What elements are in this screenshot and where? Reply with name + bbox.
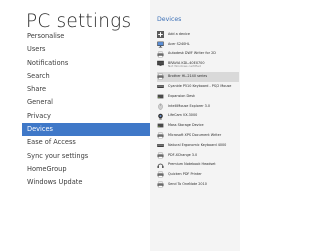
nav-item-windows-update[interactable]: Windows Update bbox=[22, 176, 150, 189]
mouse-icon bbox=[157, 103, 164, 110]
device-item[interactable]: PDF-XChange 3.0 bbox=[157, 151, 239, 161]
device-name: Microsoft XPS Document Writer bbox=[168, 132, 222, 137]
device-item[interactable]: Quicken PDF Printer bbox=[157, 170, 239, 180]
device-name: Add a device bbox=[168, 31, 190, 36]
device-item[interactable]: Add a device bbox=[157, 30, 239, 40]
device-name: Premium Notebook Headset bbox=[168, 162, 216, 167]
nav-item-users[interactable]: Users bbox=[22, 43, 150, 56]
device-item[interactable]: Autodesk DWF Writer for 2D bbox=[157, 50, 239, 60]
device-item[interactable]: LifeCam VX-3000 bbox=[157, 112, 239, 122]
device-name: Autodesk DWF Writer for 2D bbox=[168, 51, 216, 56]
device-name: IntelliMouse Explorer 3.0 bbox=[168, 103, 211, 108]
printer-icon bbox=[157, 152, 164, 159]
drive-icon bbox=[157, 93, 164, 100]
device-item[interactable]: Natural Ergonomic Keyboard 4000 bbox=[157, 141, 239, 151]
nav-item-share[interactable]: Share bbox=[22, 83, 150, 96]
devices-section-title: Devices bbox=[157, 16, 182, 23]
nav-item-devices[interactable]: Devices bbox=[22, 123, 150, 137]
device-item[interactable]: BRAVIA KDL-40EX700 Not Windows certified bbox=[157, 59, 239, 72]
device-name: Cyanide P510 Keyboard - PS/2 Mouse bbox=[168, 83, 232, 88]
device-name: Quicken PDF Printer bbox=[168, 172, 202, 177]
keyboard-icon bbox=[157, 142, 164, 149]
printer-icon bbox=[157, 132, 164, 139]
device-list: Add a device Acer S240HL Autodesk DWF Writ… bbox=[157, 30, 239, 190]
nav-item-homegroup[interactable]: HomeGroup bbox=[22, 163, 150, 176]
keyboard-icon bbox=[157, 83, 164, 90]
device-item[interactable]: Acer S240HL bbox=[157, 40, 239, 50]
device-item[interactable]: Microsoft XPS Document Writer bbox=[157, 131, 239, 141]
nav-item-sync-settings[interactable]: Sync your settings bbox=[22, 150, 150, 163]
tv-icon bbox=[157, 60, 164, 67]
device-name: Natural Ergonomic Keyboard 4000 bbox=[168, 142, 227, 147]
nav-item-personalise[interactable]: Personalise bbox=[22, 30, 150, 43]
device-item[interactable]: Send To OneNote 2010 bbox=[157, 180, 239, 190]
page-title: PC settings bbox=[26, 11, 132, 32]
printer-icon bbox=[157, 50, 164, 58]
device-item[interactable]: Mass Storage Device bbox=[157, 121, 239, 131]
nav-item-privacy[interactable]: Privacy bbox=[22, 110, 150, 123]
device-name: Brother HL-2140 series bbox=[168, 74, 208, 79]
drive-icon bbox=[157, 122, 164, 129]
nav-item-search[interactable]: Search bbox=[22, 70, 150, 83]
printer-icon bbox=[157, 171, 164, 179]
nav-item-ease-of-access[interactable]: Ease of Access bbox=[22, 136, 150, 149]
device-name: Mass Storage Device bbox=[168, 123, 204, 128]
settings-nav-pane: PC settings Personalise Users Notificati… bbox=[0, 0, 150, 251]
device-name: Acer S240HL bbox=[168, 41, 190, 46]
webcam-icon bbox=[157, 113, 164, 120]
device-name: Expansion Desk bbox=[168, 93, 195, 98]
nav-item-notifications[interactable]: Notifications bbox=[22, 57, 150, 70]
device-item[interactable]: Brother HL-2140 series bbox=[157, 72, 239, 83]
device-item[interactable]: Premium Notebook Headset bbox=[157, 161, 239, 171]
device-item[interactable]: IntelliMouse Explorer 3.0 bbox=[157, 102, 239, 112]
plus-icon bbox=[157, 31, 164, 38]
device-name: LifeCam VX-3000 bbox=[168, 113, 198, 118]
device-item[interactable]: Cyanide P510 Keyboard - PS/2 Mouse bbox=[157, 82, 239, 92]
devices-pane: Devices Add a device Acer S240HL Autodesk … bbox=[150, 0, 240, 251]
printer-icon bbox=[157, 73, 164, 81]
headset-icon bbox=[157, 162, 164, 169]
device-status: Not Windows certified bbox=[168, 64, 201, 69]
device-name: PDF-XChange 3.0 bbox=[168, 152, 198, 157]
monitor-icon bbox=[157, 41, 164, 48]
printer-icon bbox=[157, 181, 164, 188]
nav-item-general[interactable]: General bbox=[22, 96, 150, 109]
device-item[interactable]: Expansion Desk bbox=[157, 92, 239, 102]
settings-nav: Personalise Users Notifications Search S… bbox=[22, 30, 150, 190]
device-name: Send To OneNote 2010 bbox=[168, 181, 207, 186]
